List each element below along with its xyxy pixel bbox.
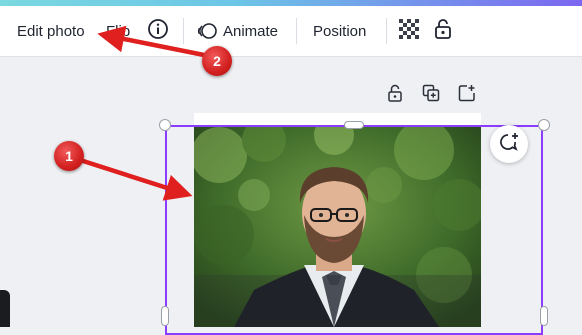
position-label: Position (313, 22, 367, 40)
lock-icon (433, 18, 453, 44)
resize-handle-right[interactable] (540, 306, 548, 326)
lock-page-button[interactable] (384, 84, 406, 106)
selection-frame (165, 125, 543, 335)
lock-icon (387, 84, 403, 107)
resize-handle-top-left[interactable] (159, 119, 171, 131)
transparency-button[interactable] (398, 6, 420, 56)
resize-handle-top[interactable] (344, 121, 364, 129)
editor-toolbar: Edit photo Flip Animate Position (0, 6, 582, 57)
left-panel-edge (0, 290, 10, 327)
duplicate-page-icon (422, 84, 440, 107)
comment-add-icon (498, 131, 520, 158)
callout-badge-1: 1 (54, 141, 84, 171)
add-comment-button[interactable] (490, 125, 528, 163)
flip-button[interactable]: Flip (106, 6, 130, 56)
edit-photo-button[interactable]: Edit photo (17, 6, 85, 56)
animate-icon (197, 21, 217, 41)
edit-photo-label: Edit photo (17, 22, 85, 40)
resize-handle-top-right[interactable] (538, 119, 550, 131)
callout-badge-2: 2 (202, 46, 232, 76)
lock-button[interactable] (433, 6, 453, 56)
toolbar-divider (183, 18, 184, 44)
toolbar-divider (386, 18, 387, 44)
callout-number: 2 (213, 53, 221, 69)
toolbar-divider (296, 18, 297, 44)
info-button[interactable] (147, 6, 169, 56)
add-page-button[interactable] (456, 84, 478, 106)
add-page-icon (458, 84, 476, 107)
flip-label: Flip (106, 22, 131, 40)
resize-handle-left[interactable] (161, 306, 169, 326)
callout-number: 1 (65, 148, 73, 164)
position-button[interactable]: Position (313, 6, 366, 56)
transparency-icon (398, 18, 420, 44)
info-icon (147, 18, 169, 44)
duplicate-page-button[interactable] (420, 84, 442, 106)
animate-label: Animate (223, 22, 279, 40)
